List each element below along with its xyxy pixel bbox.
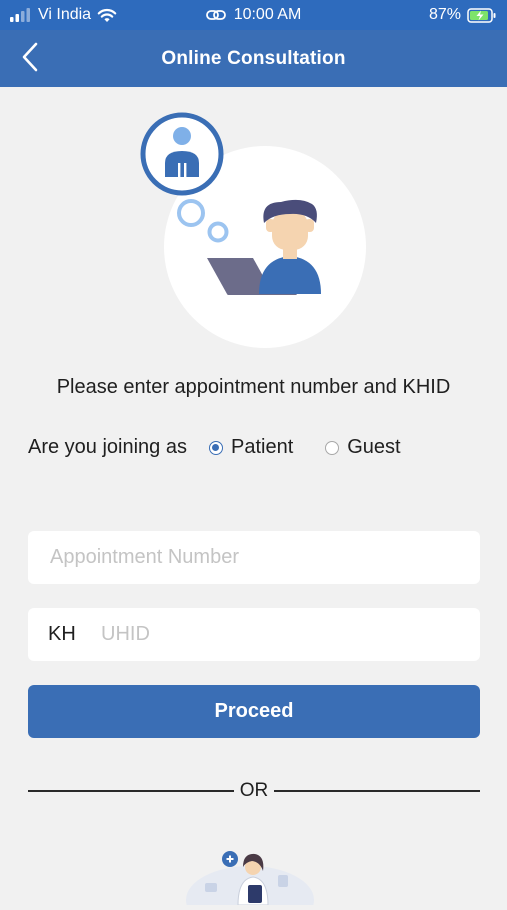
join-as-group: Are you joining as Patient Guest <box>28 436 401 459</box>
radio-patient[interactable]: Patient <box>208 436 294 459</box>
proceed-button[interactable]: Proceed <box>28 685 480 738</box>
appointment-field-container <box>28 531 480 584</box>
doctor-illustration <box>180 845 320 910</box>
uhid-input[interactable] <box>89 608 480 661</box>
radio-selected-icon <box>208 440 223 455</box>
hero-illustration <box>135 105 380 360</box>
uhid-prefix: KH <box>48 623 76 645</box>
appointment-number-input[interactable] <box>28 531 480 584</box>
doctor-illustration-graphic <box>186 851 314 910</box>
radio-guest[interactable]: Guest <box>325 436 401 459</box>
battery-icon <box>467 7 496 23</box>
uhid-field-container: KH <box>28 608 480 661</box>
status-time: 10:00 AM <box>233 6 302 23</box>
status-right: 87% <box>429 6 497 24</box>
status-bar: Vi India 10:00 AM 87% <box>0 0 507 30</box>
radio-unselected-icon <box>325 440 340 455</box>
nav-bar: Online Consultation <box>0 30 507 87</box>
consultation-illustration <box>140 112 366 348</box>
link-icon <box>205 10 226 20</box>
join-as-label: Are you joining as <box>28 436 187 458</box>
divider-line-right <box>274 790 480 792</box>
or-divider: OR <box>28 780 480 802</box>
radio-patient-label: Patient <box>230 436 294 458</box>
instruction-text: Please enter appointment number and KHID <box>56 376 451 398</box>
radio-guest-label: Guest <box>347 436 401 458</box>
battery-percent: 87% <box>428 6 461 23</box>
page-title: Online Consultation <box>161 48 346 69</box>
